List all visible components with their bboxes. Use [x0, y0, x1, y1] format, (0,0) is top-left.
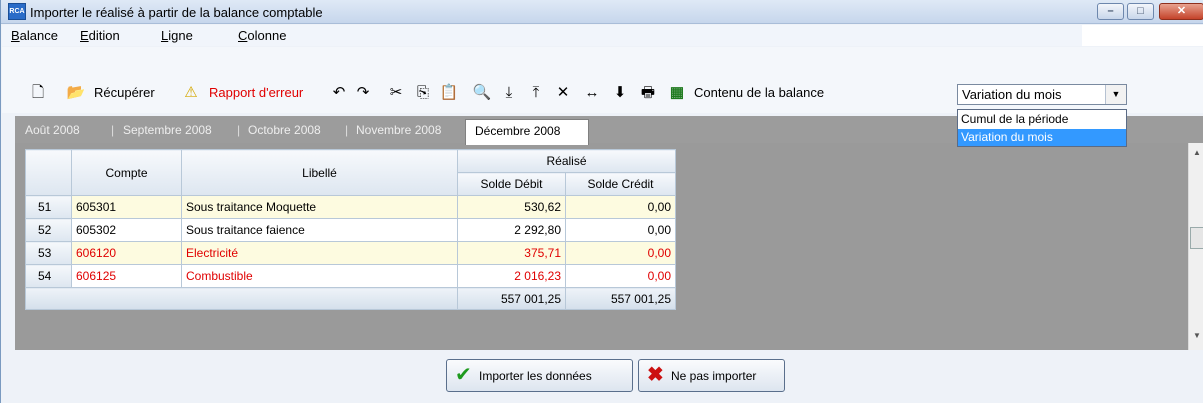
- contenu-balance-select[interactable]: Variation du mois ▼: [957, 84, 1127, 105]
- excel-export-icon[interactable]: ▦: [667, 83, 687, 103]
- main-window: RCA Importer le réalisé à partir de la b…: [0, 0, 1203, 403]
- tab-octobre-2008[interactable]: Octobre 2008: [248, 120, 321, 140]
- cell-libelle[interactable]: Sous traitance faience: [181, 218, 458, 242]
- menu-ligne[interactable]: Ligne: [161, 28, 193, 43]
- total-solde-credit: 557 001,25: [565, 287, 676, 310]
- minimize-button[interactable]: –: [1097, 3, 1124, 20]
- find-icon[interactable]: 🔍: [472, 83, 492, 103]
- maximize-button[interactable]: □: [1127, 3, 1154, 20]
- paste-icon[interactable]: 📋: [439, 83, 459, 103]
- close-icon: ✕: [1176, 5, 1187, 17]
- download-icon[interactable]: ⬇: [610, 83, 630, 103]
- checkmark-icon: ✔: [455, 364, 472, 386]
- cell-compte[interactable]: 605301: [71, 195, 182, 219]
- tab-aout-2008[interactable]: Août 2008: [25, 120, 80, 140]
- row-index[interactable]: 51: [25, 195, 72, 219]
- window-title: Importer le réalisé à partir de la balan…: [30, 5, 323, 20]
- tab-separator: |: [345, 123, 349, 137]
- insert-column-icon[interactable]: ⤒: [526, 83, 546, 103]
- menu-colonne[interactable]: Colonne: [238, 28, 286, 43]
- menu-balance[interactable]: Balance: [11, 28, 58, 43]
- scroll-up-icon[interactable]: ▲: [1193, 148, 1201, 157]
- cell-solde-debit[interactable]: 530,62: [457, 195, 566, 219]
- cell-solde-debit[interactable]: 2 016,23: [457, 264, 566, 288]
- column-width-icon[interactable]: ↔: [582, 83, 602, 103]
- contenu-balance-dropdown: Cumul de la période Variation du mois: [957, 109, 1127, 147]
- cell-compte[interactable]: 605302: [71, 218, 182, 242]
- cell-solde-debit[interactable]: 2 292,80: [457, 218, 566, 242]
- cell-solde-debit[interactable]: 375,71: [457, 241, 566, 265]
- redo-icon[interactable]: ↷: [353, 83, 373, 103]
- column-header-solde-debit[interactable]: Solde Débit: [457, 172, 566, 196]
- cell-solde-credit[interactable]: 0,00: [565, 218, 676, 242]
- cut-icon[interactable]: ✂: [386, 83, 406, 103]
- warning-icon[interactable]: ⚠: [181, 83, 201, 103]
- table-row[interactable]: 54 606125 Combustible 2 016,23 0,00: [25, 264, 676, 288]
- option-cumul-periode[interactable]: Cumul de la période: [958, 111, 1126, 128]
- minimize-icon: –: [1107, 5, 1114, 17]
- column-header-solde-credit[interactable]: Solde Crédit: [565, 172, 676, 196]
- title-bar[interactable]: RCA Importer le réalisé à partir de la b…: [1, 0, 1203, 24]
- totals-spacer: [25, 287, 458, 310]
- cell-solde-credit[interactable]: 0,00: [565, 264, 676, 288]
- totals-row: 557 001,25 557 001,25: [25, 287, 676, 310]
- scroll-down-icon[interactable]: ▼: [1193, 331, 1201, 340]
- balance-grid: Compte Libellé Réalisé Solde Débit Solde…: [25, 149, 676, 310]
- column-header-libelle[interactable]: Libellé: [181, 149, 458, 196]
- cell-libelle[interactable]: Combustible: [181, 264, 458, 288]
- tab-septembre-2008[interactable]: Septembre 2008: [123, 120, 212, 140]
- menu-bar: Balance Edition Ligne Colonne: [2, 25, 1082, 46]
- table-row[interactable]: 52 605302 Sous traitance faience 2 292,8…: [25, 218, 676, 242]
- vertical-scrollbar[interactable]: ▲ ▼: [1188, 143, 1203, 350]
- rapport-erreur-button[interactable]: Rapport d'erreur: [209, 84, 303, 102]
- insert-row-icon[interactable]: ⤓: [499, 83, 519, 103]
- undo-icon[interactable]: ↶: [329, 83, 349, 103]
- contenu-balance-value: Variation du mois: [962, 87, 1062, 102]
- menu-bar-blank: [1082, 25, 1203, 46]
- table-row[interactable]: 53 606120 Electricité 375,71 0,00: [25, 241, 676, 265]
- importer-donnees-button[interactable]: ✔ Importer les données: [446, 359, 633, 392]
- tab-separator: |: [237, 123, 241, 137]
- copy-icon[interactable]: ⎘: [413, 83, 433, 103]
- importer-donnees-label: Importer les données: [479, 369, 592, 383]
- option-variation-mois[interactable]: Variation du mois: [958, 129, 1126, 146]
- cell-solde-credit[interactable]: 0,00: [565, 195, 676, 219]
- chevron-down-icon[interactable]: ▼: [1105, 85, 1126, 104]
- recuperer-button[interactable]: Récupérer: [94, 84, 155, 102]
- column-header-compte[interactable]: Compte: [71, 149, 182, 196]
- cancel-x-icon: ✖: [647, 364, 664, 386]
- table-row[interactable]: 51 605301 Sous traitance Moquette 530,62…: [25, 195, 676, 219]
- menu-edition[interactable]: Edition: [80, 28, 120, 43]
- app-icon: RCA: [8, 3, 26, 20]
- maximize-icon: □: [1137, 5, 1144, 17]
- cell-compte[interactable]: 606125: [71, 264, 182, 288]
- ne-pas-importer-label: Ne pas importer: [671, 369, 757, 383]
- cell-solde-credit[interactable]: 0,00: [565, 241, 676, 265]
- new-document-icon[interactable]: 🗋: [28, 83, 48, 103]
- ne-pas-importer-button[interactable]: ✖ Ne pas importer: [638, 359, 785, 392]
- open-folder-icon[interactable]: 📂: [66, 83, 86, 103]
- cell-compte[interactable]: 606120: [71, 241, 182, 265]
- total-solde-debit: 557 001,25: [457, 287, 566, 310]
- tab-separator: |: [111, 123, 115, 137]
- delete-icon[interactable]: ✕: [553, 83, 573, 103]
- tab-novembre-2008[interactable]: Novembre 2008: [356, 120, 441, 140]
- row-index[interactable]: 52: [25, 218, 72, 242]
- cell-libelle[interactable]: Electricité: [181, 241, 458, 265]
- column-header-realise[interactable]: Réalisé: [457, 149, 676, 173]
- row-index[interactable]: 53: [25, 241, 72, 265]
- tab-decembre-2008[interactable]: Décembre 2008: [465, 119, 589, 145]
- row-index[interactable]: 54: [25, 264, 72, 288]
- print-icon[interactable]: 🖶: [638, 83, 658, 103]
- contenu-balance-label: Contenu de la balance: [694, 85, 825, 100]
- cell-libelle[interactable]: Sous traitance Moquette: [181, 195, 458, 219]
- close-button[interactable]: ✕: [1159, 3, 1203, 20]
- scroll-thumb[interactable]: [1190, 227, 1203, 249]
- row-header-corner: [25, 149, 72, 196]
